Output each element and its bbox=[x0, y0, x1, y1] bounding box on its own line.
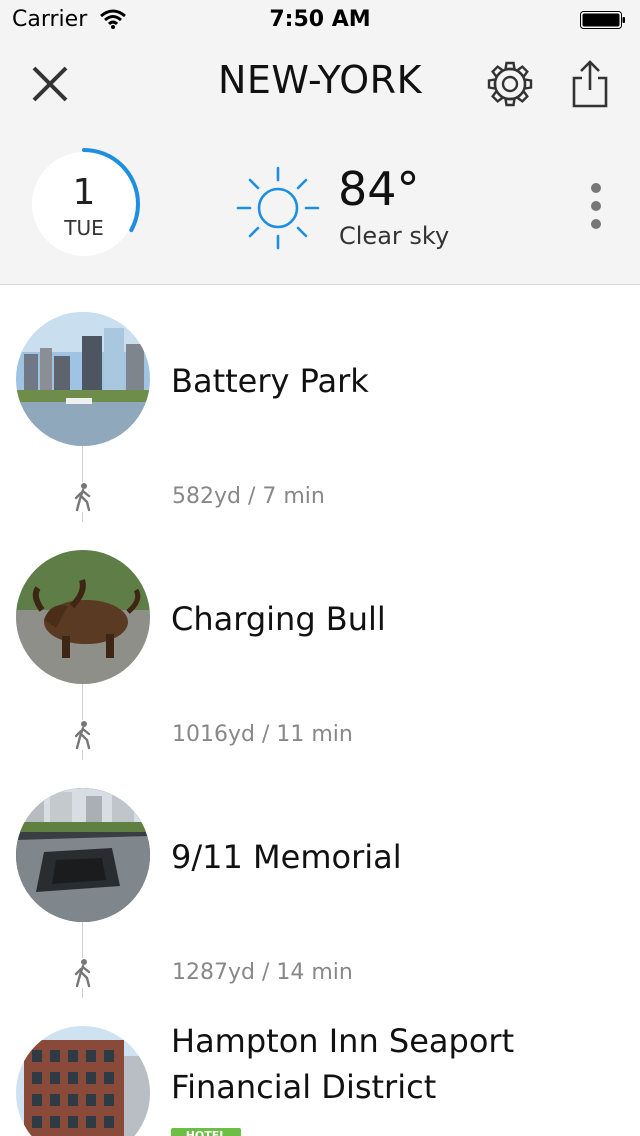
battery-icon bbox=[580, 11, 625, 29]
memorial-photo bbox=[16, 788, 150, 922]
walk-icon bbox=[72, 482, 94, 512]
hotel-photo bbox=[16, 1026, 150, 1136]
walk-distance: 1287yd / 14 min bbox=[172, 960, 353, 985]
more-vertical-icon[interactable] bbox=[582, 182, 610, 232]
trip-header: NEW-YORK 1 TUE 84° Clear sky bbox=[0, 40, 640, 285]
charging-bull-photo bbox=[16, 550, 150, 684]
share-icon[interactable] bbox=[568, 58, 612, 110]
stop-name: Hampton Inn Seaport Financial District bbox=[171, 1018, 611, 1110]
hotel-badge: HOTEL bbox=[171, 1128, 241, 1136]
walk-icon bbox=[72, 720, 94, 750]
stop-name-line-1: Hampton Inn Seaport bbox=[171, 1022, 515, 1060]
stop-name: 9/11 Memorial bbox=[171, 838, 402, 876]
status-bar: Carrier 7:50 AM bbox=[0, 0, 640, 40]
gear-icon[interactable] bbox=[486, 60, 534, 108]
stop-name: Charging Bull bbox=[171, 600, 386, 638]
stop-name: Battery Park bbox=[171, 362, 369, 400]
weather-condition: Clear sky bbox=[339, 222, 450, 250]
itinerary-list[interactable]: Battery Park 582yd / 7 min Charging Bull… bbox=[0, 284, 640, 1136]
battery-park-photo bbox=[16, 312, 150, 446]
walk-distance: 582yd / 7 min bbox=[172, 484, 325, 509]
temperature-value: 84° bbox=[338, 162, 420, 216]
day-weekday: TUE bbox=[64, 216, 104, 240]
city-title: NEW-YORK bbox=[217, 58, 423, 102]
day-number: 1 bbox=[72, 172, 96, 213]
stop-name-line-2: Financial District bbox=[171, 1068, 437, 1106]
walk-icon bbox=[72, 958, 94, 988]
walk-distance: 1016yd / 11 min bbox=[172, 722, 353, 747]
sun-icon bbox=[236, 166, 320, 250]
status-time: 7:50 AM bbox=[269, 7, 371, 32]
